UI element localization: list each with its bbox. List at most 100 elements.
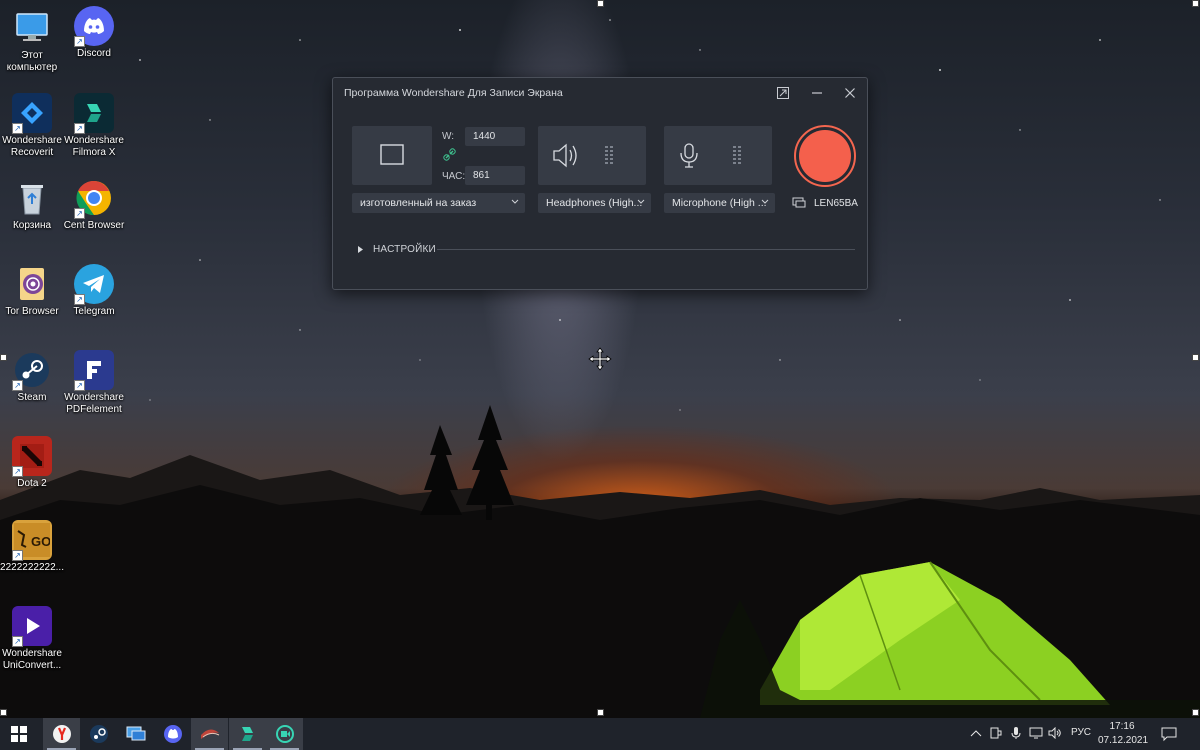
microphone-icon[interactable] — [1009, 726, 1023, 740]
taskbar-screen-recorder[interactable] — [266, 718, 303, 750]
speaker-icon — [553, 143, 577, 168]
selection-handle-bottom-right[interactable] — [1192, 709, 1199, 716]
selection-handle-left[interactable] — [0, 354, 7, 361]
desktop-icon-label: Корзина — [12, 220, 52, 231]
desktop-icon-tor-browser[interactable]: Tor Browser — [0, 264, 64, 318]
yandex-browser-icon — [52, 725, 71, 743]
fullscreen-button[interactable] — [771, 82, 795, 104]
selection-handle-bottom-left[interactable] — [0, 709, 7, 716]
steam-icon: ↗ — [12, 350, 52, 391]
microphone-icon — [680, 143, 698, 168]
width-input[interactable]: 1440 — [465, 127, 525, 146]
selection-handle-top-right[interactable] — [1192, 0, 1199, 7]
recoverit-icon: ↗ — [12, 93, 52, 134]
minimize-button[interactable] — [805, 82, 829, 104]
desktop-icon-label: Wondershare Recoverit — [2, 135, 62, 158]
dota2-icon — [200, 729, 219, 739]
taskbar-filmora[interactable] — [229, 718, 266, 750]
region-select-tile[interactable] — [352, 126, 432, 185]
height-input[interactable]: 861 — [465, 166, 525, 185]
height-label: ЧАС: — [442, 171, 466, 182]
volume-icon[interactable] — [1048, 726, 1062, 740]
clock[interactable]: 17:16 07.12.2021 — [1098, 720, 1149, 748]
shortcut-arrow-icon: ↗ — [74, 123, 85, 134]
window-titlebar[interactable]: Программа Wondershare Для Записи Экрана — [333, 78, 867, 108]
region-mode-dropdown[interactable]: изготовленный на заказ — [352, 193, 525, 213]
desktop-icon-label: 2222222222... — [0, 562, 64, 573]
taskbar-yandex-browser[interactable] — [43, 718, 80, 750]
record-button[interactable] — [794, 125, 856, 187]
link-aspect-icon[interactable] — [443, 148, 456, 166]
desktop-icon-dota2[interactable]: ↗ Dota 2 — [0, 436, 64, 490]
filmora-icon: ↗ — [74, 93, 114, 134]
shortcut-arrow-icon: ↗ — [12, 123, 23, 134]
microphone-tile[interactable] — [664, 126, 772, 185]
dota2-icon: ↗ — [12, 436, 52, 477]
shortcut-arrow-icon: ↗ — [74, 380, 85, 391]
tor-browser-icon — [12, 264, 52, 304]
desktop-icon-label: Cent Browser — [63, 220, 125, 231]
desktop-icon-discord[interactable]: ↗ Discord — [62, 6, 126, 60]
speaker-device-dropdown[interactable]: Headphones (High... — [538, 193, 651, 213]
desktop-icon-steam[interactable]: ↗ Steam — [0, 350, 64, 404]
taskbar-dota2[interactable] — [191, 718, 228, 750]
telegram-icon: ↗ — [74, 264, 114, 305]
monitor-icon — [792, 197, 806, 208]
network-pc-icon — [126, 726, 145, 741]
selection-handle-right[interactable] — [1192, 354, 1199, 361]
close-button[interactable] — [838, 82, 862, 104]
width-label: W: — [442, 131, 455, 142]
desktop-icon-filmora[interactable]: ↗ Wondershare Filmora X — [62, 93, 126, 159]
desktop-icon-uniconverter[interactable]: ↗ Wondershare UniConvert... — [0, 606, 64, 672]
desktop-icon-cent-browser[interactable]: ↗ Cent Browser — [62, 178, 126, 232]
taskbar-discord[interactable] — [154, 718, 191, 750]
desktop-icon-recycle-bin[interactable]: Корзина — [0, 178, 64, 232]
mic-level-icon — [733, 146, 741, 164]
screen-recorder-window[interactable]: Программа Wondershare Для Записи Экрана … — [332, 77, 868, 290]
shortcut-arrow-icon: ↗ — [74, 294, 85, 305]
clock-date: 07.12.2021 — [1098, 735, 1149, 746]
shortcut-arrow-icon: ↗ — [12, 466, 23, 477]
audio-level-icon — [605, 146, 613, 164]
network-icon[interactable] — [1029, 726, 1043, 740]
microphone-device-dropdown[interactable]: Microphone (High ... — [664, 193, 775, 213]
desktop-icon-label: Этот компьютер — [6, 50, 58, 73]
microphone-device-value: Microphone (High ... — [672, 197, 767, 209]
capture-device-label[interactable]: LEN65BA — [814, 198, 858, 209]
desktop-icon-pdfelement[interactable]: ↗ Wondershare PDFelement — [62, 350, 126, 416]
triangle-right-icon — [358, 246, 363, 253]
desktop-icon-label: Steam — [17, 392, 47, 403]
taskbar-network-pc[interactable] — [117, 718, 154, 750]
desktop-icon-label: Wondershare UniConvert... — [2, 648, 62, 671]
region-mode-value: изготовленный на заказ — [360, 197, 477, 209]
settings-label: НАСТРОЙКИ — [373, 244, 436, 255]
selection-handle-bottom[interactable] — [597, 709, 604, 716]
start-button[interactable] — [0, 718, 37, 750]
recycle-bin-icon — [12, 178, 52, 218]
shortcut-arrow-icon: ↗ — [74, 208, 85, 219]
chevron-down-icon — [511, 199, 519, 204]
device-icon[interactable] — [989, 726, 1003, 740]
settings-expander[interactable]: НАСТРОЙКИ — [355, 243, 855, 257]
move-cursor-icon[interactable] — [588, 347, 612, 371]
desktop-icon-label: Wondershare PDFelement — [64, 392, 124, 415]
svg-text:GO: GO — [31, 534, 50, 549]
taskbar-steam[interactable] — [80, 718, 117, 750]
pdfelement-icon: ↗ — [74, 350, 114, 391]
selection-handle-top[interactable] — [597, 0, 604, 7]
shortcut-arrow-icon: ↗ — [12, 380, 23, 391]
discord-icon — [163, 725, 182, 743]
desktop-icon-recoverit[interactable]: ↗ Wondershare Recoverit — [0, 93, 64, 159]
region-square-icon — [380, 144, 404, 165]
desktop-icon-csgo[interactable]: GO ↗ 2222222222... — [0, 520, 64, 574]
desktop-icon-telegram[interactable]: ↗ Telegram — [62, 264, 126, 318]
steam-icon — [89, 725, 108, 743]
notification-center-icon[interactable] — [1161, 726, 1177, 742]
system-audio-tile[interactable] — [538, 126, 646, 185]
fullscreen-icon — [777, 87, 789, 99]
uniconverter-icon: ↗ — [12, 606, 52, 647]
desktop-icon-this-pc[interactable]: Этот компьютер — [0, 8, 64, 74]
discord-icon: ↗ — [74, 6, 114, 47]
language-indicator[interactable]: РУС — [1071, 727, 1091, 738]
chevron-up-icon[interactable] — [969, 726, 983, 740]
